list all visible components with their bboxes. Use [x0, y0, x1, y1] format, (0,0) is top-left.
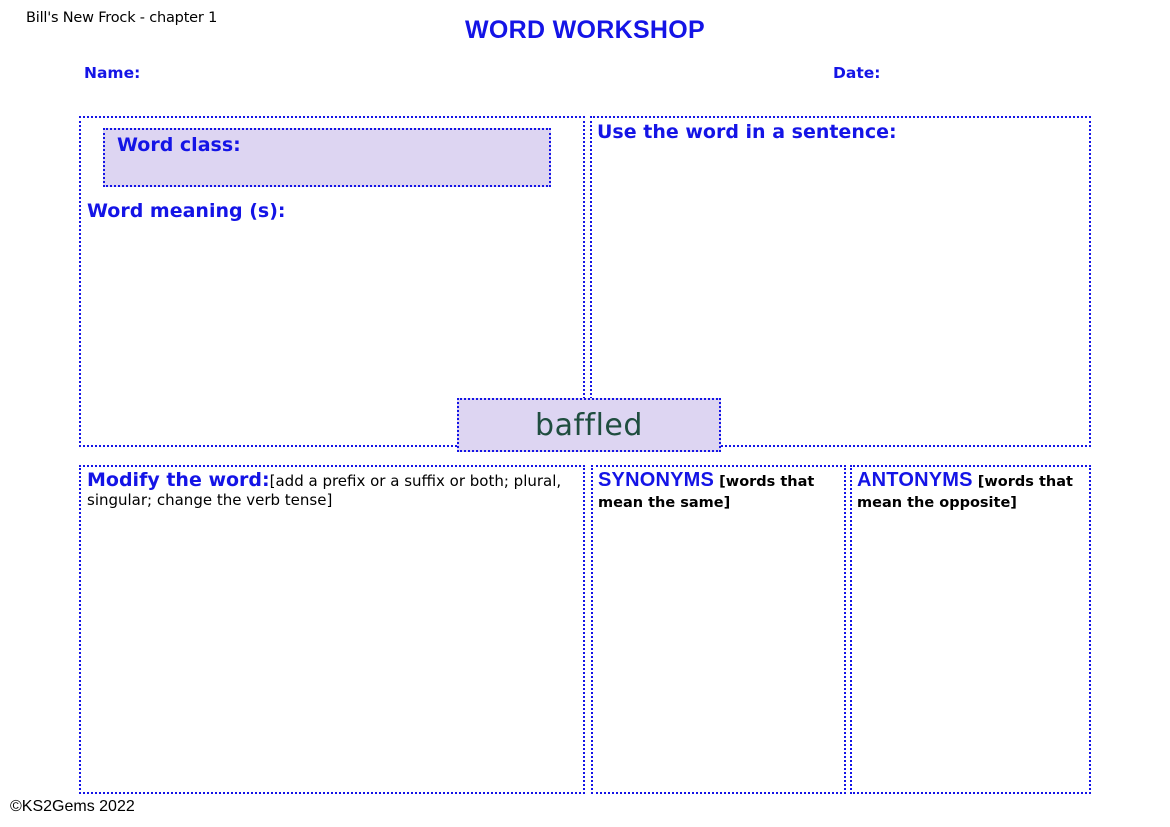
synonyms-heading: SYNONYMS [words that mean the same] [598, 469, 844, 512]
synonyms-label: SYNONYMS [598, 469, 714, 491]
antonyms-label: ANTONYMS [857, 469, 973, 491]
antonyms-panel[interactable] [850, 465, 1091, 794]
name-field-label: Name: [84, 64, 140, 82]
synonyms-panel[interactable] [591, 465, 846, 794]
date-field-label: Date: [833, 64, 880, 82]
word-meaning-label: Word meaning (s): [87, 200, 285, 222]
page-title: WORD WORKSHOP [0, 16, 1170, 45]
word-class-answer-box[interactable]: Word class: [103, 128, 551, 187]
modify-word-label: Modify the word: [87, 469, 270, 491]
modify-word-heading: Modify the word:[add a prefix or a suffi… [87, 469, 567, 510]
antonyms-heading: ANTONYMS [words that mean the opposite] [857, 469, 1089, 512]
focus-word-text: baffled [535, 408, 643, 443]
word-class-label: Word class: [117, 134, 241, 156]
copyright-text: ©KS2Gems 2022 [10, 798, 135, 816]
focus-word-box: baffled [457, 398, 721, 452]
modify-word-panel[interactable] [79, 465, 585, 794]
sentence-label: Use the word in a sentence: [597, 121, 897, 143]
